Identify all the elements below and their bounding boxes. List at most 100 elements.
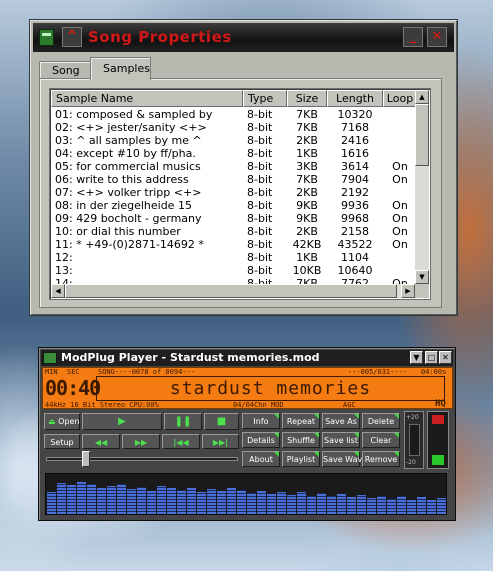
sample-length-cell: 9968 [341,212,369,225]
list-item[interactable]: 04: except #10 by ff/pha. 8-bit 1KB 1616 [51,147,415,160]
list-item[interactable]: 10: or dial this number 8-bit 2KB 2158 On [51,225,415,238]
column-header-sample-name[interactable]: Sample Name [51,90,243,107]
list-item[interactable]: 08: in der ziegelheide 15 8-bit 9KB 9936 On [51,199,415,212]
spectrum-bar [67,485,76,514]
scroll-down-button[interactable]: ▼ [415,270,429,284]
stop-button[interactable]: ■ [204,413,239,430]
player-close-button[interactable]: ✕ [439,351,452,364]
shuffle-button[interactable]: Shuffle [282,432,320,448]
delete-button[interactable]: Delete [362,413,400,429]
restore-button[interactable]: □ [425,351,438,364]
sample-type-cell: 8-bit [247,251,273,264]
sample-name-cell: 02: <+> jester/sanity <+> [55,121,207,134]
sample-type-cell: 8-bit [247,264,273,277]
save-as-button[interactable]: Save As [322,413,360,429]
scroll-thumb[interactable] [415,104,429,166]
list-item[interactable]: 09: 429 bocholt - germany 8-bit 9KB 9968 On [51,212,415,225]
sample-type-cell: 8-bit [247,108,273,121]
next-button[interactable]: ▶▶| [202,434,239,449]
remove-button[interactable]: Remove [362,451,400,467]
dropdown-button[interactable]: ▼ [410,351,423,364]
list-item[interactable]: 05: for commercial musics 8-bit 3KB 3614 On [51,160,415,173]
player-title: ModPlug Player - Stardust memories.mod [61,351,320,364]
song-position: ---005/031---- [348,368,408,376]
list-item[interactable]: 02: <+> jester/sanity <+> 8-bit 7KB 7168 [51,121,415,134]
samples-list[interactable]: Sample Name Type Size Length Loop 01: co… [49,88,431,300]
column-header-length[interactable]: Length [327,90,383,107]
vertical-scrollbar[interactable]: ▲ ▼ [415,90,429,284]
sample-name-cell: 07: <+> volker tripp <+> [55,186,202,199]
spectrum-bar [307,496,316,514]
save-list-button[interactable]: Save list [322,432,360,448]
eq-slider[interactable] [409,424,420,456]
play-button[interactable]: ▶ [82,413,162,430]
up-arrow-button[interactable]: ^ [62,27,82,47]
player-title-bar[interactable]: ModPlug Player - Stardust memories.mod ▼… [41,350,453,366]
sample-size-cell: 3KB [296,160,318,173]
tab-samples[interactable]: Samples [90,57,151,80]
horizontal-scrollbar[interactable]: ◀ ▶ [51,284,415,298]
spectrum-bar [397,496,406,514]
scrollbar-corner [415,284,429,298]
scroll-thumb-horizontal[interactable] [65,284,397,298]
rewind-button[interactable]: ◀◀ [82,434,120,449]
spectrum-bar [367,498,376,514]
list-item[interactable]: 12: 8-bit 1KB 1104 [51,251,415,264]
minimize-button[interactable]: _ [403,27,423,47]
time-display: 00:40 [45,376,101,400]
spectrum-bar [297,492,306,514]
sample-length-cell: 1616 [341,147,369,160]
list-item[interactable]: 06: write to this address 8-bit 7KB 7904 On [51,173,415,186]
details-button[interactable]: Details [242,432,280,448]
info-button[interactable]: Info [242,413,280,429]
volume-meter[interactable] [427,411,449,469]
previous-button[interactable]: |◀◀ [162,434,200,449]
sample-name-cell: 04: except #10 by ff/pha. [55,147,196,160]
open-button[interactable]: ⏏ Open [44,413,80,430]
spectrum-bar [337,494,346,514]
pause-button[interactable]: ❚❚ [164,413,202,430]
sample-size-cell: 7KB [296,108,318,121]
forward-button[interactable]: ▶▶ [122,434,160,449]
scroll-left-button[interactable]: ◀ [51,284,65,298]
sample-type-cell: 8-bit [247,238,273,251]
channels-info: 04/04Chn MOD [233,401,284,409]
spectrum-bar [257,491,266,514]
sample-name-cell: 03: ^ all samples by me ^ [55,134,202,147]
list-item[interactable]: 01: composed & sampled by 8-bit 7KB 10320 [51,108,415,121]
scroll-right-button[interactable]: ▶ [401,284,415,298]
setup-button[interactable]: Setup [44,434,80,449]
list-item[interactable]: 13: 8-bit 10KB 10640 [51,264,415,277]
sample-size-cell: 9KB [296,212,318,225]
list-item[interactable]: 11: * +49-(0)2871-14692 * 8-bit 42KB 43522 O… [51,238,415,251]
column-header-loop[interactable]: Loop [383,90,417,107]
column-header-size[interactable]: Size [287,90,327,107]
list-item[interactable]: 07: <+> volker tripp <+> 8-bit 2KB 2192 [51,186,415,199]
sample-length-cell: 2416 [341,134,369,147]
repeat-button[interactable]: Repeat [282,413,320,429]
spectrum-bar [77,482,86,514]
column-header-type[interactable]: Type [243,90,287,107]
slider-knob[interactable] [82,451,90,467]
spectrum-bar [427,500,436,514]
list-item[interactable]: 03: ^ all samples by me ^ 8-bit 2KB 2416 [51,134,415,147]
sample-size-cell: 10KB [292,264,322,277]
sample-type-cell: 8-bit [247,134,273,147]
playlist-button[interactable]: Playlist [282,451,320,467]
scroll-up-button[interactable]: ▲ [415,90,429,104]
sample-loop-cell: On [392,212,408,225]
spectrum-bar [97,488,106,514]
window-title: Song Properties [88,28,232,46]
clear-button[interactable]: Clear [362,432,400,448]
about-button[interactable]: About [242,451,280,467]
eject-icon: ⏏ [48,417,56,426]
position-slider[interactable] [46,457,238,461]
list-body: 01: composed & sampled by 8-bit 7KB 10320 02… [51,108,415,290]
spectrum-bar [137,487,146,514]
volume-red-zone [432,415,444,424]
close-button[interactable]: ✕ [427,27,447,47]
sample-name-cell: 06: write to this address [55,173,189,186]
title-bar[interactable]: ^ Song Properties _ ✕ [33,23,454,52]
save-wav-button[interactable]: Save Wav [322,451,362,467]
song-properties-window: ^ Song Properties _ ✕ Song Samples Sampl… [29,19,458,316]
